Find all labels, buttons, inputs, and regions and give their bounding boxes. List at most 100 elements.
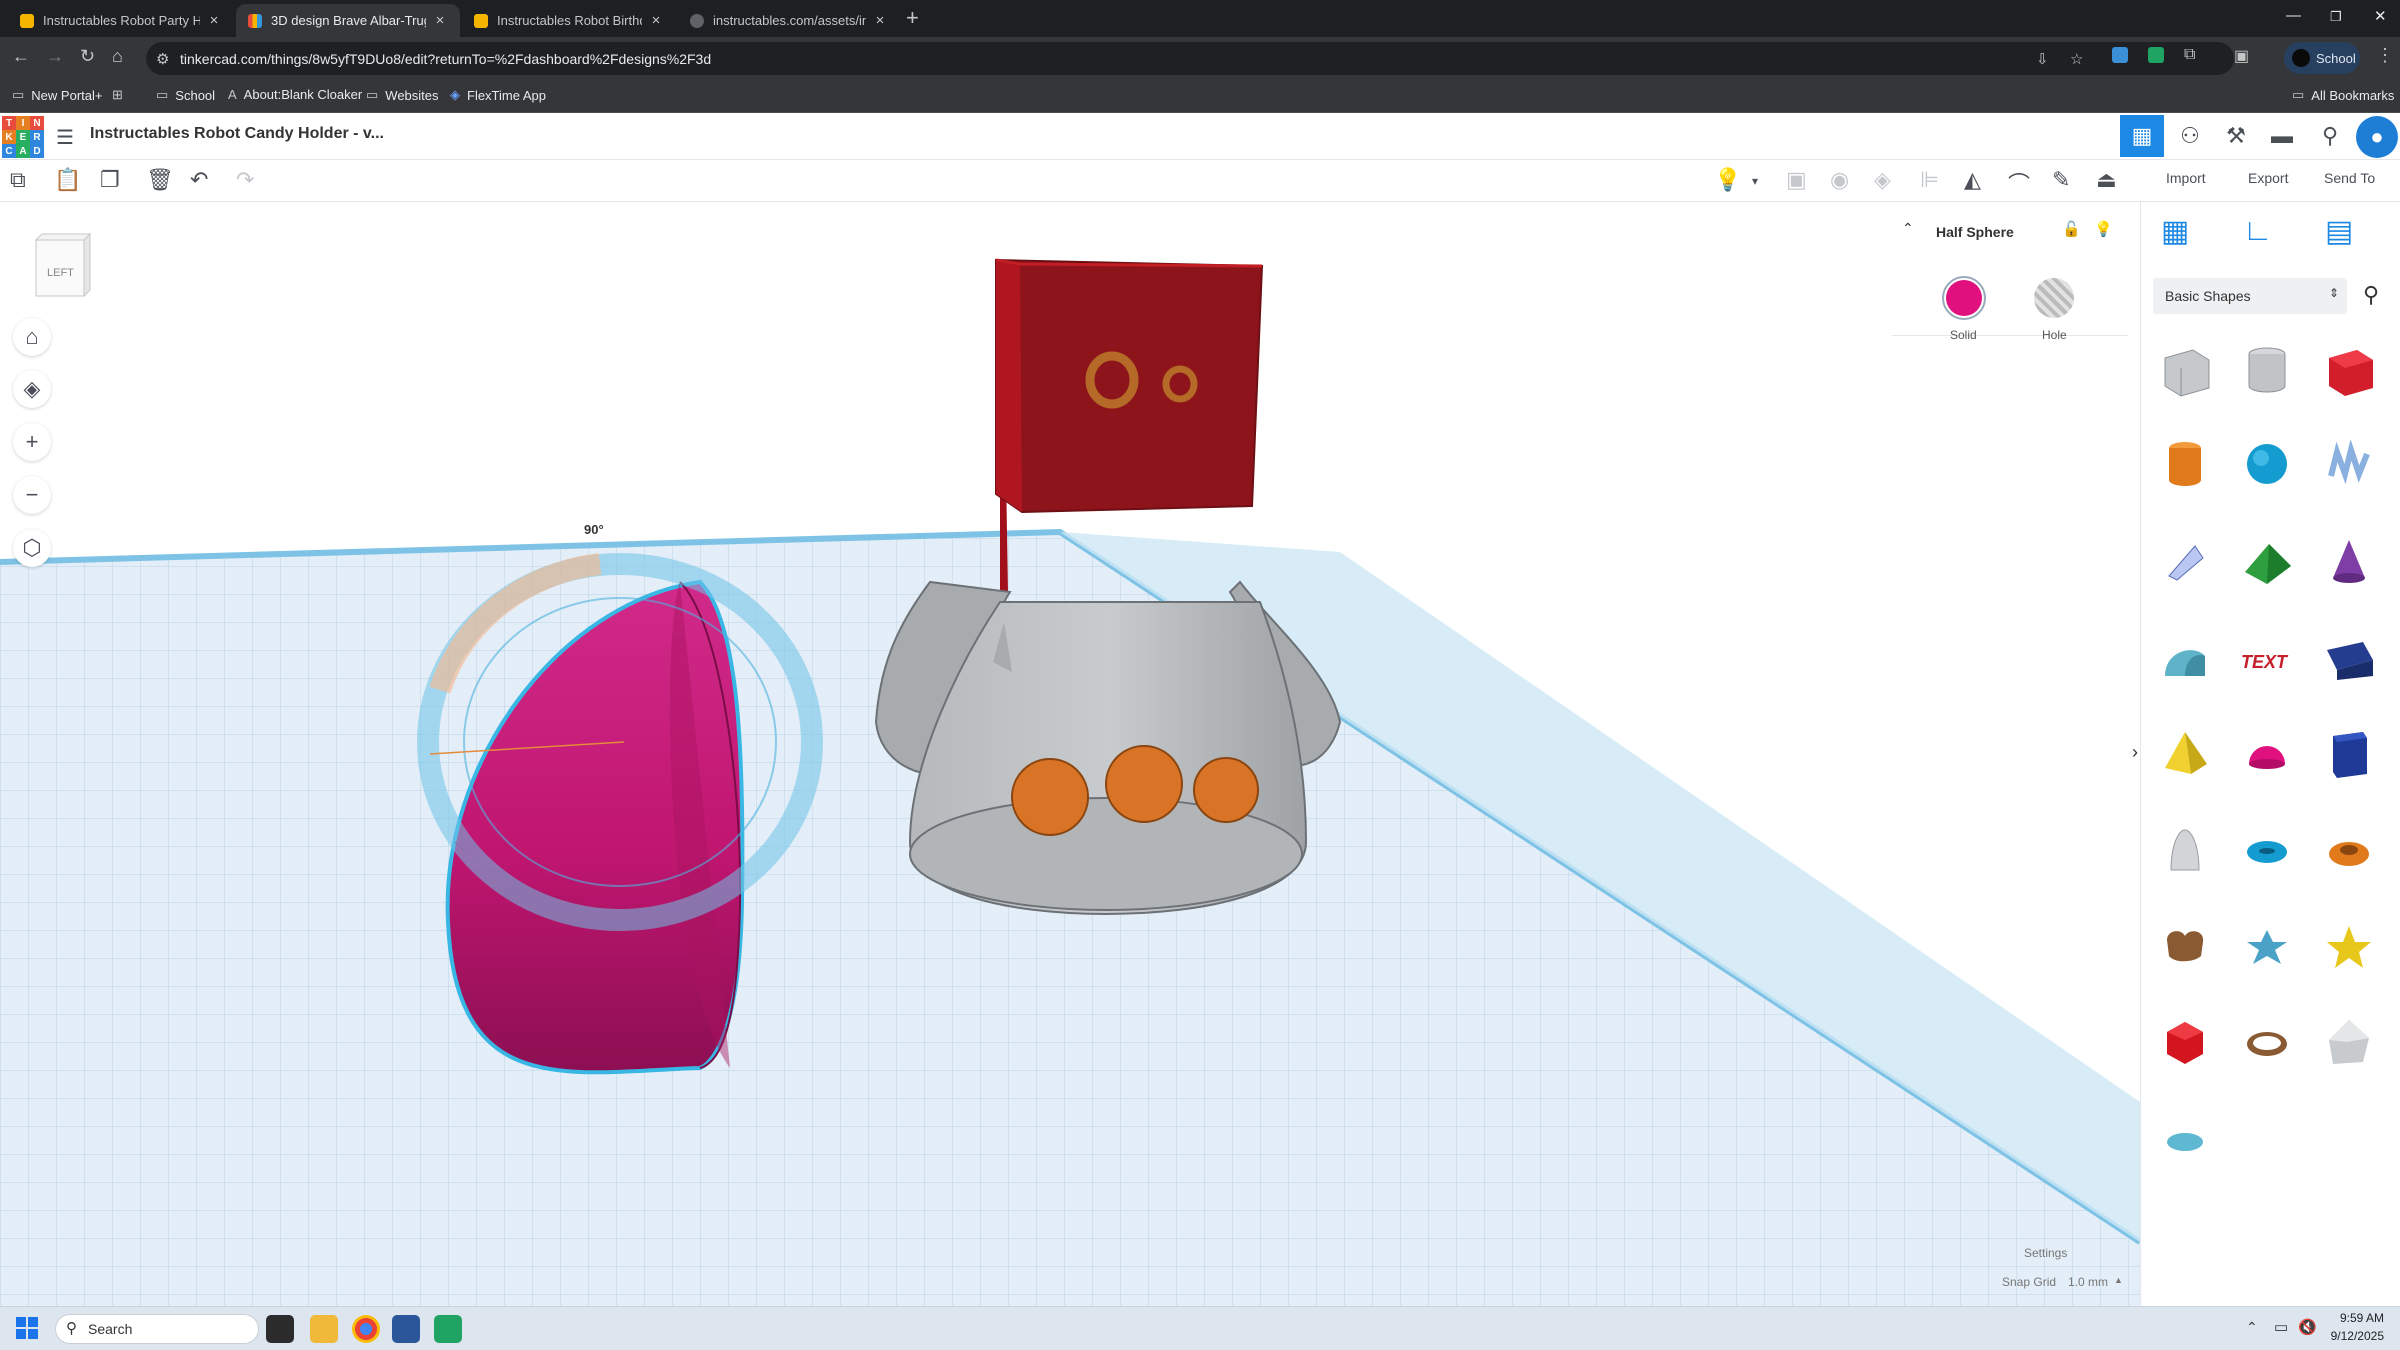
mirror-icon[interactable]: ◭: [1964, 167, 1981, 193]
bookmark-websites[interactable]: ▭ Websites: [366, 87, 439, 103]
shape-round-roof[interactable]: [2147, 616, 2223, 704]
undo-icon[interactable]: ↶: [190, 167, 208, 193]
taskbar-search-field[interactable]: ⚲ Search: [55, 1314, 259, 1344]
bookmark-flextime[interactable]: ◈ FlexTime App: [450, 87, 546, 103]
bookmark-new-portal[interactable]: ▭ New Portal+: [12, 87, 102, 103]
workplane-icon[interactable]: ⏏: [2096, 167, 2117, 193]
shape-ring[interactable]: [2229, 998, 2305, 1086]
home-view-icon[interactable]: ⌂: [13, 318, 51, 356]
projection-toggle-icon[interactable]: ⬡: [13, 529, 51, 567]
view-cube[interactable]: LEFT: [30, 232, 94, 302]
lightbulb-icon[interactable]: 💡: [1714, 167, 1741, 193]
import-button[interactable]: Import: [2166, 170, 2206, 186]
sim-lab-briefcase-icon[interactable]: ▬: [2260, 115, 2304, 157]
back-icon[interactable]: ←: [12, 46, 30, 67]
shape-star-six-point[interactable]: [2229, 902, 2305, 990]
shape-ellipsoid[interactable]: [2147, 1096, 2223, 1184]
collapse-inspector-icon[interactable]: ⌃: [1902, 220, 1914, 237]
shape-cylinder[interactable]: [2147, 420, 2223, 508]
extension-icon[interactable]: [2148, 47, 2164, 63]
tinkercad-logo[interactable]: T I N K E R C A D: [2, 116, 44, 158]
volume-muted-icon[interactable]: 🔇: [2298, 1318, 2317, 1336]
circuits-icon[interactable]: ⚇: [2168, 115, 2212, 157]
paste-icon[interactable]: 📋: [54, 167, 81, 193]
shape-octahedron[interactable]: [2311, 998, 2387, 1086]
chrome-icon[interactable]: [352, 1315, 380, 1343]
shape-torus[interactable]: [2229, 806, 2305, 894]
align-icon[interactable]: ⊫: [1920, 167, 1939, 193]
workplane-canvas[interactable]: 90° Settings Snap Grid 1.0 mm ▲ ›: [0, 202, 2140, 1306]
restore-icon[interactable]: ❐: [2330, 9, 2342, 25]
tab-instructables-birthday[interactable]: Instructables Robot Birthday Pa ×: [462, 4, 676, 37]
reload-icon[interactable]: ↻: [80, 46, 95, 67]
task-view-icon[interactable]: [266, 1315, 294, 1343]
bookmark-school[interactable]: ▭ School: [156, 87, 215, 103]
collapse-panel-chevron-icon[interactable]: ›: [2132, 742, 2138, 763]
solid-color-swatch[interactable]: [1942, 276, 1986, 320]
designs-list-icon[interactable]: ☰: [56, 125, 74, 150]
close-tab-icon[interactable]: ×: [872, 12, 888, 29]
all-bookmarks[interactable]: ▭ All Bookmarks: [2292, 87, 2394, 103]
shape-paraboloid[interactable]: [2147, 806, 2223, 894]
shape-tube[interactable]: [2311, 806, 2387, 894]
shape-star[interactable]: [2311, 902, 2387, 990]
close-tab-icon[interactable]: ×: [648, 12, 664, 29]
shape-half-sphere[interactable]: [2229, 710, 2305, 798]
ungroup-icon[interactable]: ◉: [1830, 167, 1849, 193]
close-tab-icon[interactable]: ×: [432, 12, 448, 29]
forward-icon[interactable]: →: [46, 46, 64, 67]
bookmark-star-icon[interactable]: ☆: [2070, 50, 2083, 68]
minimize-icon[interactable]: —: [2286, 7, 2301, 24]
shape-pyramid[interactable]: [2147, 710, 2223, 798]
home-icon[interactable]: ⌂: [112, 46, 123, 67]
close-window-icon[interactable]: ✕: [2374, 7, 2387, 25]
3d-design-view-icon[interactable]: ▦: [2120, 115, 2164, 157]
duplicate-icon[interactable]: ❐: [100, 167, 120, 193]
codeblocks-pickaxe-icon[interactable]: ⚒: [2214, 115, 2258, 157]
shape-box-hole[interactable]: [2147, 326, 2223, 414]
network-icon[interactable]: ▭: [2274, 1318, 2288, 1336]
taskbar-time[interactable]: 9:59 AM: [2332, 1311, 2384, 1325]
shape-text[interactable]: TEXT: [2229, 616, 2305, 704]
extension-icon[interactable]: [2112, 47, 2128, 63]
settings-link[interactable]: Settings: [2024, 1246, 2067, 1260]
hole-swatch[interactable]: [2032, 276, 2076, 320]
fit-view-icon[interactable]: ◈: [13, 370, 51, 408]
close-tab-icon[interactable]: ×: [206, 12, 222, 29]
delete-trash-icon[interactable]: 🗑: [146, 167, 174, 193]
sheets-icon[interactable]: [434, 1315, 462, 1343]
windows-start-icon[interactable]: [16, 1317, 38, 1339]
bookmark-about-blank-cloaker[interactable]: A About:Blank Cloaker: [228, 87, 362, 102]
user-avatar[interactable]: ●: [2356, 116, 2398, 158]
site-info-icon[interactable]: ⚙: [156, 50, 169, 68]
install-app-icon[interactable]: ⇩: [2036, 50, 2049, 68]
zoom-in-icon[interactable]: +: [13, 423, 51, 461]
tab-instructables-assets[interactable]: instructables.com/assets/img/ir ×: [678, 4, 900, 37]
cruise-magnet-icon[interactable]: ⌒: [2008, 167, 2030, 199]
copy-icon[interactable]: ⧉: [10, 167, 26, 193]
side-panel-icon[interactable]: ▣: [2234, 46, 2249, 66]
apps-grid-icon[interactable]: ⊞: [112, 87, 130, 103]
send-to-button[interactable]: Send To: [2324, 170, 2375, 186]
zoom-out-icon[interactable]: −: [13, 476, 51, 514]
url-field[interactable]: ⚙ tinkercad.com/things/8w5yfT9DUo8/edit?…: [146, 42, 2234, 75]
word-icon[interactable]: [392, 1315, 420, 1343]
add-user-icon[interactable]: ⚲: [2308, 115, 2352, 157]
taskbar-date[interactable]: 9/12/2025: [2326, 1329, 2384, 1343]
chevron-down-icon[interactable]: ▾: [1752, 174, 1758, 188]
tab-3d-design[interactable]: 3D design Brave Albar-Trug - Ti ×: [236, 4, 460, 37]
shape-category-select[interactable]: Basic Shapes ⇕: [2153, 278, 2347, 314]
lock-icon[interactable]: 🔓: [2062, 220, 2081, 238]
redo-icon[interactable]: ↷: [236, 167, 254, 193]
shape-icosahedron[interactable]: [2147, 998, 2223, 1086]
extensions-puzzle-icon[interactable]: ⧉: [2184, 46, 2195, 64]
shape-scribble[interactable]: [2311, 420, 2387, 508]
workplane-grid-icon[interactable]: ▦: [2161, 214, 2189, 249]
export-button[interactable]: Export: [2248, 170, 2288, 186]
file-explorer-icon[interactable]: [310, 1315, 338, 1343]
tab-instructables-party-hat[interactable]: Instructables Robot Party Hat - ×: [8, 4, 234, 37]
snap-grid-chevron-icon[interactable]: ▲: [2114, 1275, 2123, 1285]
3d-scene[interactable]: [0, 202, 2140, 1306]
ruler-tool-icon[interactable]: ∟: [2243, 214, 2272, 248]
design-title[interactable]: Instructables Robot Candy Holder - v...: [90, 125, 384, 143]
